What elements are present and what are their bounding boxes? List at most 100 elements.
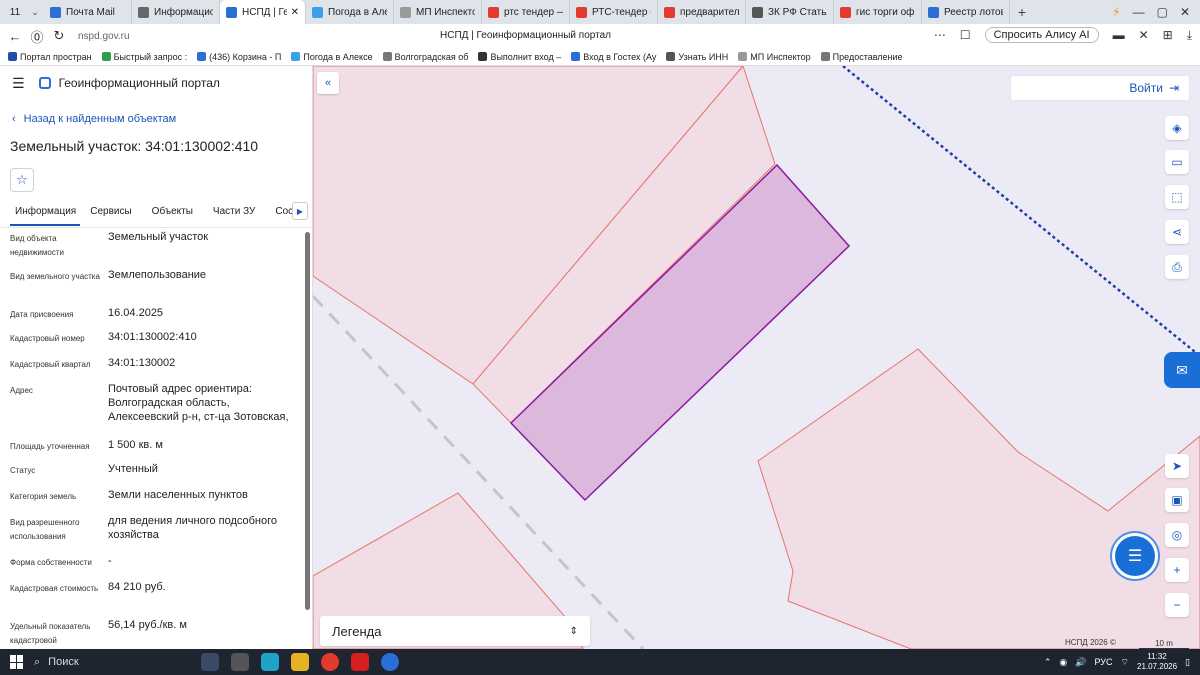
- browser-tab[interactable]: гис торги офиц: [834, 0, 922, 24]
- more-icon[interactable]: ⋯: [934, 28, 946, 42]
- bookmark-item[interactable]: Портал простран: [8, 52, 92, 62]
- volume-icon[interactable]: 🔊: [1075, 657, 1086, 668]
- bookmark-item[interactable]: Волгоградская об: [382, 52, 468, 62]
- tab-3[interactable]: Части ЗУ: [203, 202, 265, 224]
- property-row: Адрес Почтовый адрес ориентира: Волгоград…: [0, 382, 300, 438]
- tab-label: ртс тендер — Я: [504, 6, 563, 18]
- bookmark-item[interactable]: Погода в Алексе: [291, 51, 373, 62]
- tabs-scroll-right-icon[interactable]: ▶: [292, 202, 308, 220]
- map-canvas[interactable]: [313, 66, 1200, 649]
- url-field[interactable]: nspd.gov.ru: [78, 31, 248, 42]
- bookmark-label: Погода в Алексе: [303, 51, 373, 62]
- tray-up-icon[interactable]: ⌃: [1044, 657, 1052, 668]
- yandex-icon[interactable]: ⓪: [26, 27, 48, 46]
- bookmark-item[interactable]: Вход в Гостех (Ау: [571, 52, 656, 62]
- start-icon[interactable]: [10, 655, 24, 669]
- extensions-icon[interactable]: ✕: [1139, 28, 1149, 42]
- bookmark-label: Узнать ИНН: [678, 51, 729, 62]
- legend-label: Легенда: [332, 623, 382, 639]
- locate-icon[interactable]: ➤: [1165, 454, 1189, 478]
- chat-widget-icon[interactable]: ✉: [1164, 352, 1200, 388]
- menu-icon[interactable]: ☰: [12, 75, 25, 92]
- browser-tab[interactable]: Погода в Алекс: [306, 0, 394, 24]
- bookmark-item[interactable]: Предоставление: [820, 52, 903, 62]
- refresh-icon[interactable]: ↻: [48, 28, 70, 44]
- browser-tab[interactable]: ртс тендер — Я: [482, 0, 570, 24]
- download-icon[interactable]: ⤓: [1187, 28, 1192, 43]
- minimap-icon[interactable]: ▣: [1165, 488, 1189, 512]
- browser-tab[interactable]: ЗК РФ Статья 3: [746, 0, 834, 24]
- chevron-down-icon[interactable]: ⌄: [26, 7, 44, 18]
- property-value: Земельный участок: [108, 231, 209, 243]
- select-area-icon[interactable]: ⬚: [1165, 185, 1189, 209]
- login-button[interactable]: Войти ⇥: [1010, 75, 1190, 101]
- tab-count-button[interactable]: 11: [4, 3, 26, 21]
- task-view-icon[interactable]: [231, 653, 249, 671]
- tab-2[interactable]: Объекты: [142, 202, 203, 224]
- browser-tab[interactable]: Реестр лотов: [922, 0, 1010, 24]
- zoom-in-button[interactable]: +: [1165, 558, 1189, 582]
- yandex-browser-icon[interactable]: [321, 653, 339, 671]
- bookmark-favicon-icon: [820, 52, 830, 61]
- bookmark-item[interactable]: Выполнит вход –: [478, 52, 561, 62]
- app-name: Геоинформационный портал: [58, 76, 220, 90]
- favorite-star-icon[interactable]: ☆: [10, 168, 34, 192]
- property-row: Категория земель Земли населенных пунктов: [0, 488, 300, 514]
- property-label: Адрес: [10, 386, 33, 395]
- share-icon[interactable]: ⋖: [1165, 220, 1189, 244]
- taskbar-search[interactable]: ⌕ Поиск: [34, 651, 189, 673]
- profile-icon[interactable]: ▬: [1113, 28, 1125, 42]
- property-value: 34:01:130002: [108, 357, 176, 369]
- maximize-button[interactable]: ▢: [1157, 5, 1168, 19]
- explorer-icon[interactable]: [291, 653, 309, 671]
- browser-tab[interactable]: Информационн: [132, 0, 220, 24]
- browser-tab[interactable]: предварительн: [658, 0, 746, 24]
- windows-taskbar: ⌕ Поиск ⌃ ◉ 🔊 РУС ⌔ 11:32 21.07.2026 ▯: [0, 649, 1200, 675]
- zoom-out-button[interactable]: −: [1165, 593, 1189, 617]
- edge-icon[interactable]: [261, 653, 279, 671]
- geolocation-icon[interactable]: ◎: [1165, 523, 1189, 547]
- bookmark-item[interactable]: Быстрый запрос :: [101, 52, 187, 62]
- new-tab-button[interactable]: +: [1010, 4, 1034, 20]
- panel-scrollbar[interactable]: [305, 232, 310, 610]
- bookmark-item[interactable]: МП Инспектор: [738, 52, 811, 62]
- panel-tabs: ИнформацияСервисыОбъектыЧасти ЗУСостав▶: [0, 202, 312, 228]
- clock[interactable]: 11:32 21.07.2026: [1137, 652, 1177, 672]
- browser-tab[interactable]: НСПД | Геоі ✕: [220, 0, 306, 24]
- ruler-icon[interactable]: ▭: [1165, 150, 1189, 174]
- map-view[interactable]: « Войти ⇥ ◈ ▭ ⬚ ⋖ ⎙ ✉ ➤ ▣ ◎ + − ☰ Легенд…: [313, 66, 1200, 649]
- back-arrow-icon[interactable]: ←: [4, 29, 26, 44]
- messages-fab-icon[interactable]: ☰: [1115, 536, 1155, 576]
- language-indicator[interactable]: РУС: [1095, 657, 1113, 667]
- back-to-results-link[interactable]: ‹ Назад к найденным объектам: [12, 112, 312, 126]
- tab-0[interactable]: Информация: [10, 202, 81, 226]
- ask-alisa-button[interactable]: Спросить Алису AI: [984, 27, 1099, 43]
- property-label: Вид объекта недвижимости: [10, 234, 64, 257]
- layers-icon[interactable]: ◈: [1165, 116, 1189, 140]
- portal-logo-icon: [38, 77, 51, 89]
- tab-favicon-icon: [226, 6, 237, 18]
- bookmark-favicon-icon: [738, 52, 748, 61]
- bookmark-item[interactable]: Узнать ИНН: [666, 52, 728, 62]
- puzzle-icon[interactable]: ⊞: [1163, 28, 1173, 42]
- notifications-icon[interactable]: ▯: [1185, 657, 1190, 668]
- browser-tab[interactable]: МП Инспектор: [394, 0, 482, 24]
- property-label: Площадь уточненная: [10, 442, 90, 451]
- pdf-reader-icon[interactable]: [351, 653, 369, 671]
- minimize-button[interactable]: —: [1133, 5, 1145, 19]
- tab-1[interactable]: Сервисы: [80, 202, 141, 224]
- wifi-icon[interactable]: ⌔: [1121, 657, 1129, 668]
- network-icon[interactable]: ◉: [1059, 657, 1067, 668]
- legend-dropdown[interactable]: Легенда ⇕: [320, 616, 590, 646]
- collapse-panel-button[interactable]: «: [317, 72, 339, 94]
- close-tab-icon[interactable]: ✕: [291, 7, 299, 18]
- print-icon[interactable]: ⎙: [1165, 255, 1189, 279]
- close-window-button[interactable]: ✕: [1180, 5, 1190, 19]
- widget-icon[interactable]: [201, 653, 219, 671]
- bookmark-item[interactable]: (436) Корзина - П: [197, 52, 281, 62]
- browser-tab[interactable]: РТС-тендер - за: [570, 0, 658, 24]
- browser-tab[interactable]: Почта Mail: [44, 0, 132, 24]
- bookmark-icon[interactable]: ☐: [960, 28, 971, 42]
- lightning-icon[interactable]: ⚡: [1112, 5, 1120, 19]
- app-icon[interactable]: [381, 653, 399, 671]
